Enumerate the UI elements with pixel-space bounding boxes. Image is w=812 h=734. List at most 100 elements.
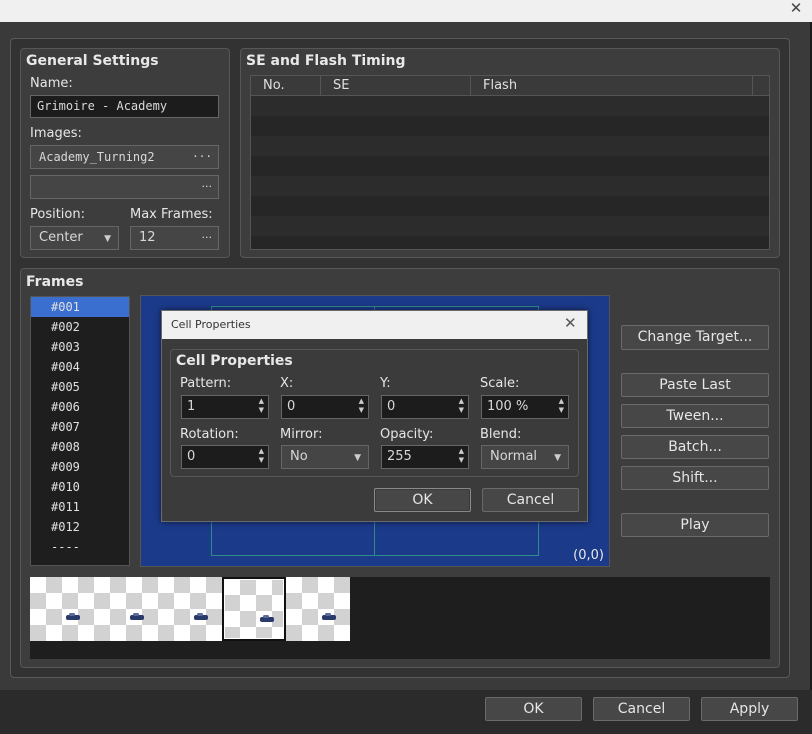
max-frames-field[interactable]: 12 ··· xyxy=(130,226,219,250)
dialog-ok-button[interactable]: OK xyxy=(374,488,471,512)
change-target-button[interactable]: Change Target... xyxy=(621,325,769,350)
frame-item[interactable]: #006 xyxy=(31,397,129,417)
sprite-icon xyxy=(260,615,274,622)
table-row[interactable] xyxy=(251,236,769,249)
position-label: Position: xyxy=(30,207,85,222)
scale-spinbox[interactable]: 100 % ▲ ▼ xyxy=(481,395,569,419)
table-row[interactable] xyxy=(251,96,769,116)
scale-value: 100 % xyxy=(487,399,529,414)
chevron-down-icon: ▼ xyxy=(104,234,111,244)
max-frames-label: Max Frames: xyxy=(130,207,213,222)
table-row[interactable] xyxy=(251,176,769,196)
image1-field[interactable]: Academy_Turning2 ··· xyxy=(30,145,219,169)
pattern-spinbox[interactable]: 1 ▲ ▼ xyxy=(181,395,269,419)
window-close-icon[interactable]: ✕ xyxy=(786,0,806,18)
sprite-icon xyxy=(130,613,144,620)
table-row[interactable] xyxy=(251,216,769,236)
pattern-thumbnail[interactable] xyxy=(94,577,158,641)
frame-item[interactable]: #003 xyxy=(31,337,129,357)
image2-field[interactable]: ··· xyxy=(30,175,219,199)
rotation-label: Rotation: xyxy=(180,427,239,442)
frame-item[interactable]: #008 xyxy=(31,437,129,457)
image1-value: Academy_Turning2 xyxy=(39,150,155,164)
table-row[interactable] xyxy=(251,196,769,216)
frame-item[interactable]: #012 xyxy=(31,517,129,537)
browse-icon[interactable]: ··· xyxy=(202,227,213,249)
mirror-select[interactable]: No ▼ xyxy=(281,445,369,469)
general-settings-header: General Settings xyxy=(26,53,159,69)
paste-last-button[interactable]: Paste Last xyxy=(621,373,769,397)
frame-item[interactable]: #005 xyxy=(31,377,129,397)
timing-table-header: No. SE Flash xyxy=(251,76,769,96)
table-row[interactable] xyxy=(251,156,769,176)
column-header-se[interactable]: SE xyxy=(321,76,471,95)
frame-item[interactable]: #002 xyxy=(31,317,129,337)
column-header-flash[interactable]: Flash xyxy=(471,76,753,95)
ok-button[interactable]: OK xyxy=(485,697,582,721)
y-spinbox[interactable]: 0 ▲ ▼ xyxy=(381,395,469,419)
pattern-label: Pattern: xyxy=(180,376,232,391)
table-row[interactable] xyxy=(251,136,769,156)
x-value: 0 xyxy=(287,399,296,414)
dialog-cancel-button[interactable]: Cancel xyxy=(482,488,579,512)
sprite-icon xyxy=(322,613,336,620)
window-titlebar xyxy=(0,0,812,22)
frame-item[interactable]: #004 xyxy=(31,357,129,377)
pattern-value: 1 xyxy=(187,399,196,414)
browse-icon[interactable]: ··· xyxy=(202,176,213,198)
spinner-arrows-icon[interactable]: ▲ ▼ xyxy=(559,397,564,415)
column-header-no[interactable]: No. xyxy=(251,76,321,95)
pattern-thumbnail[interactable] xyxy=(158,577,222,641)
spinner-arrows-icon[interactable]: ▲ ▼ xyxy=(259,447,264,465)
opacity-spinbox[interactable]: 255 ▲ ▼ xyxy=(381,445,469,469)
images-label: Images: xyxy=(30,126,82,141)
pattern-thumbnail[interactable] xyxy=(30,577,94,641)
name-label: Name: xyxy=(30,76,73,91)
sprite-icon xyxy=(66,613,80,620)
rotation-spinbox[interactable]: 0 ▲ ▼ xyxy=(181,445,269,469)
scale-label: Scale: xyxy=(480,376,520,391)
timing-table[interactable]: No. SE Flash xyxy=(250,75,770,250)
blend-label: Blend: xyxy=(480,427,522,442)
position-value: Center xyxy=(39,230,83,245)
max-frames-value: 12 xyxy=(139,230,156,245)
browse-icon[interactable]: ··· xyxy=(192,146,212,168)
apply-button[interactable]: Apply xyxy=(701,697,798,721)
frame-item[interactable]: #009 xyxy=(31,457,129,477)
pattern-thumbnail[interactable] xyxy=(286,577,350,641)
table-row[interactable] xyxy=(251,116,769,136)
blend-value: Normal xyxy=(490,449,538,464)
frames-header: Frames xyxy=(26,274,84,290)
shift-button[interactable]: Shift... xyxy=(621,466,769,490)
blend-select[interactable]: Normal ▼ xyxy=(481,445,569,469)
preview-coordinates: (0,0) xyxy=(573,548,604,563)
frame-item[interactable]: #010 xyxy=(31,477,129,497)
mirror-value: No xyxy=(290,449,308,464)
mirror-label: Mirror: xyxy=(280,427,323,442)
tween-button[interactable]: Tween... xyxy=(621,404,769,428)
frame-list[interactable]: #001 #002 #003 #004 #005 #006 #007 #008 … xyxy=(30,296,130,566)
spinner-arrows-icon[interactable]: ▲ ▼ xyxy=(459,447,464,465)
dialog-title: Cell Properties xyxy=(171,318,251,331)
cell-properties-header: Cell Properties xyxy=(176,353,293,369)
spinner-arrows-icon[interactable]: ▲ ▼ xyxy=(259,397,264,415)
frame-item[interactable]: #007 xyxy=(31,417,129,437)
play-button[interactable]: Play xyxy=(621,513,769,537)
spinner-arrows-icon[interactable]: ▲ ▼ xyxy=(459,397,464,415)
spinner-arrows-icon[interactable]: ▲ ▼ xyxy=(359,397,364,415)
cancel-button[interactable]: Cancel xyxy=(593,697,690,721)
se-flash-timing-header: SE and Flash Timing xyxy=(246,53,406,69)
name-input[interactable]: Grimoire - Academy xyxy=(30,95,219,118)
position-select[interactable]: Center ▼ xyxy=(30,226,119,250)
batch-button[interactable]: Batch... xyxy=(621,435,769,459)
frame-item[interactable]: ---- xyxy=(31,537,129,557)
opacity-value: 255 xyxy=(387,449,412,464)
frame-item[interactable]: #011 xyxy=(31,497,129,517)
y-label: Y: xyxy=(380,376,391,391)
frame-item-selected[interactable]: #001 xyxy=(31,297,129,317)
dialog-close-icon[interactable]: ✕ xyxy=(564,314,577,332)
pattern-thumbnail-selected[interactable] xyxy=(222,577,286,641)
chevron-down-icon: ▼ xyxy=(554,453,561,463)
x-spinbox[interactable]: 0 ▲ ▼ xyxy=(281,395,369,419)
pattern-strip[interactable] xyxy=(30,577,770,659)
